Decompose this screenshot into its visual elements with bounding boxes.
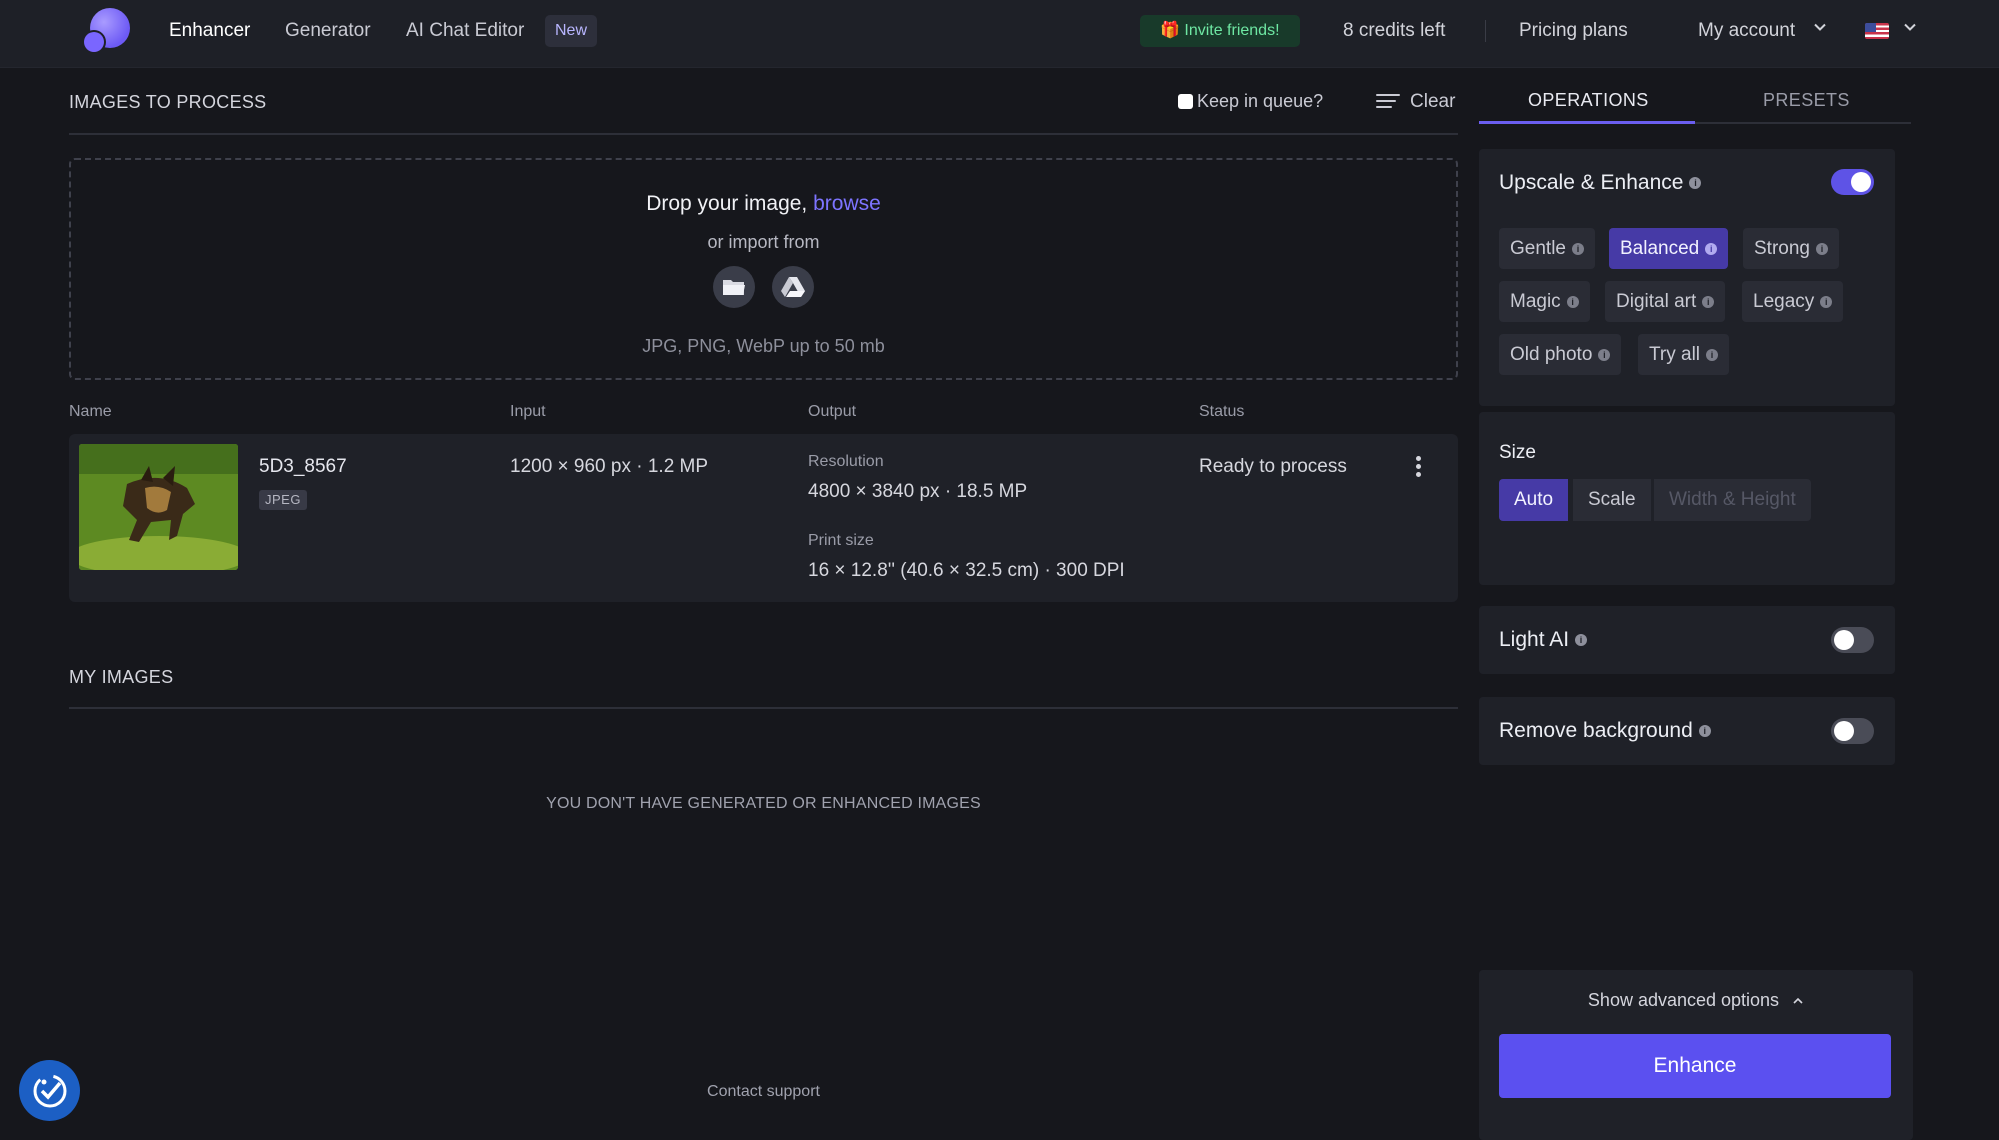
us-flag-icon[interactable] xyxy=(1865,23,1889,39)
keep-in-queue-checkbox[interactable] xyxy=(1178,94,1193,109)
info-icon[interactable]: i xyxy=(1706,348,1719,361)
empty-images-message: YOU DON'T HAVE GENERATED OR ENHANCED IMA… xyxy=(546,795,981,812)
info-icon[interactable]: i xyxy=(1702,295,1715,308)
import-from-label: or import from xyxy=(707,232,820,252)
images-to-process-title: IMAGES TO PROCESS xyxy=(69,92,267,112)
divider xyxy=(69,707,1458,709)
file-type-badge: JPEG xyxy=(259,490,307,510)
action-panel: Show advanced options Enhance xyxy=(1479,970,1913,1140)
clear-list-icon[interactable] xyxy=(1376,94,1400,110)
light-ai-toggle[interactable] xyxy=(1831,627,1874,653)
upscale-enhance-card: Upscale & Enhance i Gentle i Balanced i Str… xyxy=(1479,149,1895,406)
item-status: Ready to process xyxy=(1199,456,1347,477)
accessibility-icon xyxy=(33,1074,66,1107)
upscale-enhance-title: Upscale & Enhance i xyxy=(1499,171,1702,195)
info-icon[interactable]: i xyxy=(1598,348,1611,361)
divider xyxy=(69,133,1458,135)
resolution-label: Resolution xyxy=(808,453,884,470)
print-size-label: Print size xyxy=(808,532,874,549)
accepted-formats: JPG, PNG, WebP up to 50 mb xyxy=(642,336,885,356)
new-badge: New xyxy=(545,15,598,47)
info-icon[interactable]: i xyxy=(1575,634,1588,647)
column-name: Name xyxy=(69,403,112,420)
keep-in-queue-label[interactable]: Keep in queue? xyxy=(1197,91,1323,112)
my-images-title: MY IMAGES xyxy=(69,667,174,687)
mode-old-photo[interactable]: Old photo i xyxy=(1499,334,1622,375)
info-icon[interactable]: i xyxy=(1566,295,1579,308)
size-title: Size xyxy=(1499,442,1536,463)
size-width-height[interactable]: Width & Height xyxy=(1654,479,1811,521)
import-folder-button[interactable] xyxy=(713,266,755,308)
print-size-value: 16 × 12.8'' (40.6 × 32.5 cm) · 300 DPI xyxy=(808,560,1125,581)
drop-text: Drop your image, xyxy=(646,192,808,215)
remove-background-toggle[interactable] xyxy=(1831,718,1874,744)
invite-friends-button[interactable]: 🎁 Invite friends! xyxy=(1140,15,1300,47)
info-icon[interactable]: i xyxy=(1820,295,1833,308)
upscale-enhance-toggle[interactable] xyxy=(1831,169,1874,195)
mode-magic[interactable]: Magic i xyxy=(1499,281,1590,322)
image-dropzone[interactable]: Drop your image, browse or import from J… xyxy=(69,158,1458,380)
nav-ai-chat-editor[interactable]: AI Chat Editor xyxy=(406,20,524,42)
chevron-down-icon[interactable] xyxy=(1903,20,1917,37)
queue-item-row: 5D3_8567 JPEG 1200 × 960 px · 1.2 MP Res… xyxy=(69,434,1458,602)
nav-enhancer[interactable]: Enhancer xyxy=(169,20,250,42)
tab-operations[interactable]: OPERATIONS xyxy=(1528,90,1649,111)
google-drive-icon xyxy=(781,277,805,297)
remove-background-title: Remove background i xyxy=(1499,719,1711,743)
mode-digital-art[interactable]: Digital art i xyxy=(1605,281,1726,322)
info-icon[interactable]: i xyxy=(1705,242,1718,255)
file-name: 5D3_8567 xyxy=(259,456,347,477)
app-logo[interactable] xyxy=(84,8,130,54)
clear-button[interactable]: Clear xyxy=(1410,91,1455,113)
output-resolution: 4800 × 3840 px · 18.5 MP xyxy=(808,481,1028,502)
mode-legacy[interactable]: Legacy i xyxy=(1742,281,1844,322)
active-tab-indicator xyxy=(1479,121,1695,124)
info-icon[interactable]: i xyxy=(1698,725,1711,738)
info-icon[interactable]: i xyxy=(1689,177,1702,190)
enhance-button[interactable]: Enhance xyxy=(1499,1034,1891,1098)
my-account-menu[interactable]: My account xyxy=(1698,20,1795,42)
accessibility-button[interactable] xyxy=(19,1060,80,1121)
image-thumbnail[interactable] xyxy=(79,444,238,570)
mode-balanced[interactable]: Balanced i xyxy=(1609,228,1729,269)
info-icon[interactable]: i xyxy=(1571,242,1584,255)
mode-try-all[interactable]: Try all i xyxy=(1638,334,1730,375)
info-icon[interactable]: i xyxy=(1815,242,1828,255)
top-navigation-bar: Enhancer Generator AI Chat Editor New 🎁 … xyxy=(0,0,1999,68)
size-scale[interactable]: Scale xyxy=(1573,479,1651,521)
light-ai-card: Light AI i xyxy=(1479,606,1895,674)
chevron-up-icon xyxy=(1793,998,1803,1004)
remove-background-card: Remove background i xyxy=(1479,697,1895,765)
size-auto[interactable]: Auto xyxy=(1499,479,1569,521)
more-options-icon[interactable] xyxy=(1416,456,1422,478)
column-input: Input xyxy=(510,403,546,420)
credits-left: 8 credits left xyxy=(1343,20,1446,41)
chevron-down-icon[interactable] xyxy=(1813,20,1827,37)
folder-icon xyxy=(723,280,745,295)
pricing-plans-link[interactable]: Pricing plans xyxy=(1519,20,1628,42)
browse-link[interactable]: browse xyxy=(813,192,881,215)
contact-support-link[interactable]: Contact support xyxy=(69,1083,1458,1101)
mode-gentle[interactable]: Gentle i xyxy=(1499,228,1595,269)
column-status: Status xyxy=(1199,403,1245,420)
drop-prompt: Drop your image, browse xyxy=(71,192,1456,216)
tab-presets[interactable]: PRESETS xyxy=(1763,90,1850,111)
show-advanced-options-button[interactable]: Show advanced options xyxy=(1479,990,1913,1011)
import-google-drive-button[interactable] xyxy=(772,266,814,308)
nav-divider xyxy=(1485,20,1486,42)
light-ai-title: Light AI i xyxy=(1499,628,1588,652)
mode-strong[interactable]: Strong i xyxy=(1743,228,1839,269)
input-dimensions: 1200 × 960 px · 1.2 MP xyxy=(510,456,709,477)
nav-generator[interactable]: Generator xyxy=(285,20,371,42)
column-output: Output xyxy=(808,403,857,420)
